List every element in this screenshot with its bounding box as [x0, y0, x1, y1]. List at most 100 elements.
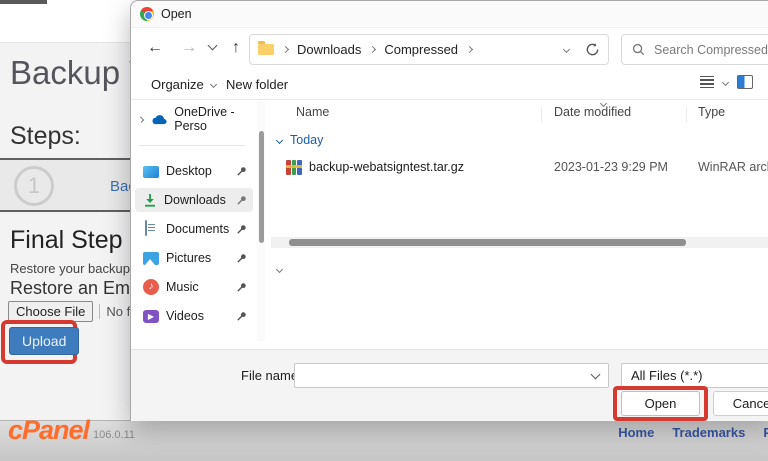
music-icon: ♪ — [143, 279, 159, 295]
sidebar-item-music[interactable]: ♪ Music — [135, 275, 253, 299]
column-header-type[interactable]: Type — [698, 105, 725, 119]
sidebar-item-label: Music — [166, 280, 199, 294]
organize-chevron-icon — [210, 81, 217, 88]
column-header-name[interactable]: Name — [296, 105, 329, 119]
group-collapse-chevron-icon[interactable] — [276, 136, 283, 143]
dialog-body: OneDrive - Perso Desktop Downloads Docum… — [131, 101, 768, 349]
sidebar-scrollbar[interactable] — [257, 101, 265, 341]
column-separator[interactable] — [686, 107, 687, 123]
dialog-title: Open — [161, 7, 192, 21]
organize-label: Organize — [151, 77, 204, 92]
footer-link-home[interactable]: Home — [618, 425, 654, 440]
search-icon — [632, 43, 645, 56]
file-date-modified: 2023-01-23 9:29 PM — [554, 160, 668, 174]
open-button[interactable]: Open — [621, 391, 700, 416]
column-header-date[interactable]: Date modified — [554, 105, 631, 119]
sidebar-item-onedrive[interactable]: OneDrive - Perso — [135, 107, 253, 131]
sidebar-item-label: Desktop — [166, 164, 212, 178]
upload-button[interactable]: Upload — [9, 327, 79, 355]
scrollbar-thumb[interactable] — [289, 239, 686, 246]
file-list-horizontal-scrollbar[interactable] — [271, 237, 768, 248]
sidebar-item-label: OneDrive - Perso — [174, 105, 253, 133]
footer-link-privacy[interactable]: P — [763, 425, 768, 440]
view-mode-icon[interactable] — [700, 76, 714, 88]
sidebar-item-desktop[interactable]: Desktop — [135, 159, 253, 183]
dialog-navigation-row: ← → ↑ Downloads Compressed Search Compre… — [131, 28, 768, 70]
open-file-dialog: Open ← → ↑ Downloads Compressed Search — [130, 0, 768, 420]
cpanel-version: 106.0.11 — [93, 429, 135, 441]
dialog-titlebar[interactable]: Open — [131, 1, 768, 28]
recent-locations-chevron-icon[interactable] — [208, 41, 218, 51]
forward-icon[interactable]: → — [181, 38, 197, 58]
group-label: Today — [290, 133, 323, 147]
breadcrumb-compressed[interactable]: Compressed — [384, 42, 458, 57]
pictures-icon — [143, 252, 159, 265]
file-name-input[interactable] — [294, 363, 609, 388]
sidebar-item-pictures[interactable]: Pictures — [135, 246, 253, 270]
steps-heading: Steps: — [10, 122, 81, 151]
address-bar[interactable]: Downloads Compressed — [249, 34, 609, 65]
videos-icon: ▶ — [143, 310, 159, 323]
expand-chevron-icon[interactable] — [138, 116, 145, 123]
address-dropdown-chevron-icon[interactable] — [563, 46, 570, 53]
winrar-file-icon — [286, 160, 302, 175]
documents-icon — [145, 220, 147, 236]
file-name: backup-webatsigntest.tar.gz — [309, 160, 464, 174]
navigation-pane: OneDrive - Perso Desktop Downloads Docum… — [131, 101, 257, 349]
desktop-icon — [143, 166, 159, 178]
step-number-icon: 1 — [14, 166, 54, 206]
pin-icon[interactable] — [236, 195, 247, 206]
cpanel-logo: cPanel — [8, 415, 89, 446]
pin-icon[interactable] — [236, 253, 247, 264]
page-footer: cPanel 106.0.11 Home Trademarks P — [0, 420, 768, 461]
search-placeholder: Search Compressed — [654, 43, 768, 57]
sidebar-item-documents[interactable]: Documents — [135, 217, 253, 241]
preview-pane-icon[interactable] — [737, 75, 753, 89]
footer-links: Home Trademarks P — [618, 425, 768, 440]
list-chevron-icon — [276, 266, 283, 273]
column-separator[interactable] — [541, 107, 542, 123]
footer-link-trademarks[interactable]: Trademarks — [672, 425, 745, 440]
dialog-toolbar: Organize New folder — [131, 71, 768, 100]
sidebar-item-label: Videos — [166, 309, 204, 323]
sidebar-divider — [139, 145, 245, 146]
choose-file-button[interactable]: Choose File — [8, 301, 93, 322]
view-mode-chevron-icon[interactable] — [722, 78, 729, 85]
up-icon[interactable]: ↑ — [232, 38, 240, 58]
organize-button[interactable]: Organize — [151, 77, 216, 92]
pin-icon[interactable] — [236, 224, 247, 235]
pin-icon[interactable] — [236, 282, 247, 293]
file-row[interactable]: backup-webatsigntest.tar.gz 2023-01-23 9… — [271, 155, 768, 179]
step-box: 1 Bac — [0, 158, 135, 212]
file-type-select[interactable]: All Files (*.*) — [621, 363, 768, 388]
file-list: Name Date modified Type Today backup-web… — [271, 101, 768, 349]
sidebar-item-label: Pictures — [166, 251, 211, 265]
pin-icon[interactable] — [236, 166, 247, 177]
file-name-dropdown-chevron-icon[interactable] — [591, 370, 601, 380]
breadcrumb-separator-icon — [369, 46, 376, 53]
sidebar-item-videos[interactable]: ▶ Videos — [135, 304, 253, 328]
restore-subtext: Restore your backup. — [10, 261, 134, 276]
pin-icon[interactable] — [236, 311, 247, 322]
cancel-button[interactable]: Cancel — [713, 391, 768, 416]
back-icon[interactable]: ← — [147, 38, 163, 58]
onedrive-cloud-icon — [150, 113, 167, 125]
search-box[interactable]: Search Compressed — [621, 34, 768, 65]
sidebar-item-downloads[interactable]: Downloads — [135, 188, 253, 212]
file-type: WinRAR archive — [698, 160, 768, 174]
file-name-label: File name: — [241, 368, 302, 383]
chrome-icon — [140, 7, 154, 21]
final-step-heading: Final Step — [10, 226, 123, 255]
sidebar-item-label: Downloads — [164, 193, 226, 207]
new-folder-button[interactable]: New folder — [226, 77, 288, 92]
breadcrumb-downloads[interactable]: Downloads — [297, 42, 361, 57]
breadcrumb-separator-icon — [282, 46, 289, 53]
window-edge — [0, 0, 47, 4]
downloads-icon — [143, 193, 157, 208]
sidebar-item-label: Documents — [166, 222, 229, 236]
folder-icon — [258, 44, 274, 55]
refresh-icon[interactable] — [585, 42, 600, 57]
scrollbar-thumb[interactable] — [259, 131, 264, 243]
breadcrumb-separator-icon — [466, 46, 473, 53]
group-header-today[interactable]: Today — [277, 133, 323, 147]
